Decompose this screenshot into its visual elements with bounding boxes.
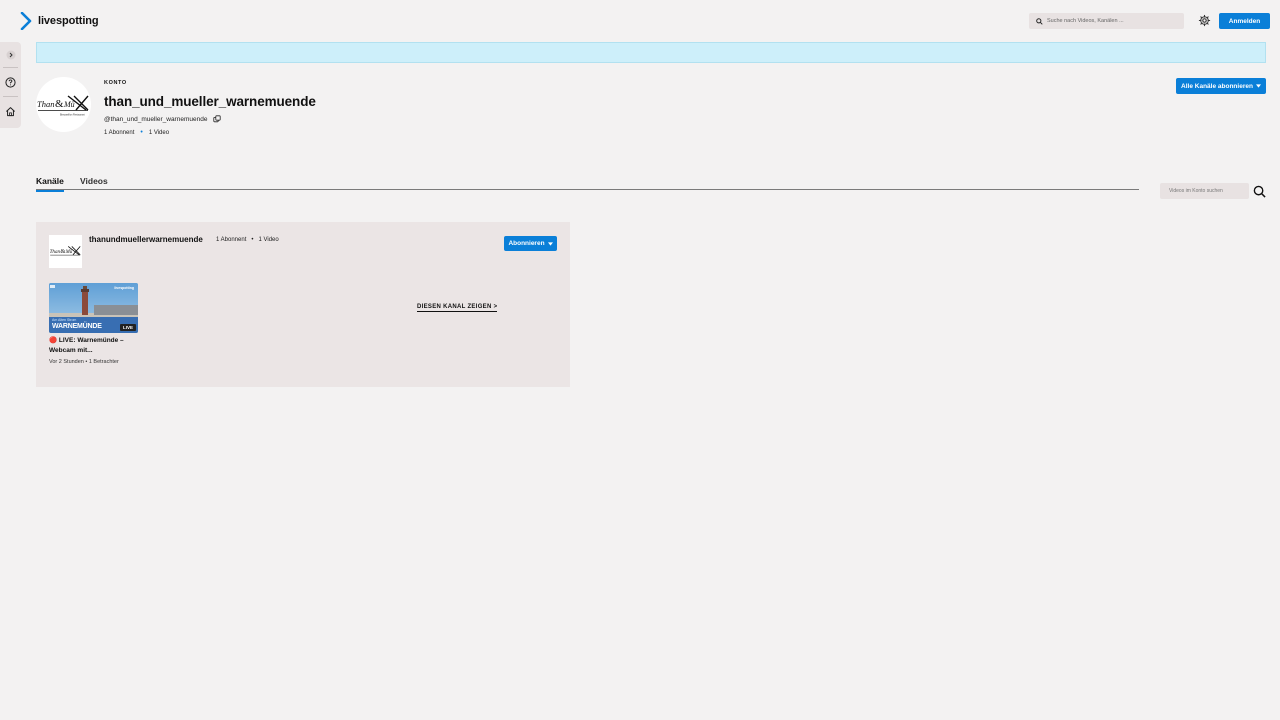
rail-divider	[3, 67, 18, 68]
top-bar: livespotting Anmelden	[0, 0, 1280, 42]
subscribe-label: Abonnieren	[508, 240, 545, 247]
video-thumbnail[interactable]: livespotting Am Alten Strom WARNEMÜNDE L…	[49, 283, 138, 333]
show-channel-link[interactable]: DIESEN KANAL ZEIGEN >	[417, 304, 498, 312]
account-video-search-input[interactable]	[1169, 188, 1244, 194]
video-title[interactable]: 🔴 LIVE: Warnemünde – Webcam mit...	[49, 336, 149, 356]
logo-text: livespotting	[38, 15, 99, 27]
search-icon[interactable]	[1253, 185, 1266, 198]
svg-text:&: &	[55, 98, 64, 110]
thumb-caption: WARNEMÜNDE	[52, 323, 102, 330]
help-icon	[5, 77, 16, 88]
subscriber-count: 1 Abonnent	[104, 129, 135, 136]
profile-avatar: Than & Mü Bierpavillon Restaurant	[36, 77, 91, 132]
logo-chevron-icon	[20, 12, 32, 30]
gear-icon[interactable]	[1198, 14, 1211, 27]
svg-text:Bierpavillon Restaurant: Bierpavillon Restaurant	[60, 114, 85, 117]
expand-sidebar-button[interactable]	[4, 48, 17, 61]
section-label: KONTO	[104, 80, 127, 86]
video-meta: Vor 2 Stunden • 1 Betrachter	[49, 359, 119, 365]
video-count: 1 Video	[148, 129, 170, 136]
info-banner	[36, 42, 1266, 63]
svg-text:Than: Than	[37, 99, 54, 109]
channel-name[interactable]: thanundmuellerwarnemuende	[89, 235, 203, 244]
login-button[interactable]: Anmelden	[1219, 13, 1270, 29]
profile-name: than_und_mueller_warnemuende	[104, 94, 316, 109]
channel-video-count: 1 Video	[258, 237, 279, 243]
channel-stats: 1 Abonnent • 1 Video	[216, 237, 279, 243]
account-video-search[interactable]	[1160, 183, 1249, 199]
channel-card: Than & Mü thanundmuellerwarnemuende 1 Ab…	[36, 222, 570, 387]
left-rail	[0, 42, 21, 128]
caret-down-icon	[547, 241, 553, 246]
logo[interactable]: livespotting	[20, 12, 99, 30]
home-button[interactable]	[4, 105, 17, 118]
svg-text:Mü: Mü	[65, 250, 73, 255]
caret-down-icon	[1255, 84, 1261, 88]
svg-text:Than: Than	[50, 249, 61, 255]
separator-dot: •	[251, 237, 254, 243]
tab-kanaele[interactable]: Kanäle	[36, 176, 64, 192]
separator-dot: •	[140, 129, 143, 136]
home-icon	[6, 107, 15, 117]
live-badge: LIVE	[119, 324, 136, 331]
subscribe-all-label: Alle Kanäle abonnieren	[1181, 82, 1253, 90]
thumb-subcaption: Am Alten Strom	[52, 318, 77, 322]
channel-avatar[interactable]: Than & Mü	[49, 235, 82, 268]
tab-videos[interactable]: Videos	[80, 176, 108, 190]
chevron-right-icon	[6, 50, 15, 59]
handle-text: @than_und_mueller_warnemuende	[104, 115, 208, 123]
profile-stats: 1 Abonnent • 1 Video	[104, 129, 169, 136]
than-mueller-logo: Than & Mü Bierpavillon Restaurant	[37, 95, 89, 117]
profile-handle: @than_und_mueller_warnemuende	[104, 115, 222, 123]
copy-icon[interactable]	[213, 115, 222, 123]
rail-divider	[3, 96, 18, 97]
svg-text:Mü: Mü	[63, 100, 75, 109]
thumb-brand: livespotting	[114, 286, 134, 290]
tab-bar: Kanäle Videos	[36, 173, 1139, 192]
global-search[interactable]	[1029, 13, 1184, 29]
than-mueller-logo: Than & Mü	[50, 246, 81, 256]
channel-subscriber-count: 1 Abonnent	[216, 237, 247, 243]
search-icon	[1036, 17, 1043, 25]
subscribe-all-button[interactable]: Alle Kanäle abonnieren	[1176, 78, 1266, 94]
global-search-input[interactable]	[1047, 18, 1167, 24]
subscribe-button[interactable]: Abonnieren	[504, 236, 557, 251]
help-button[interactable]	[4, 76, 17, 89]
